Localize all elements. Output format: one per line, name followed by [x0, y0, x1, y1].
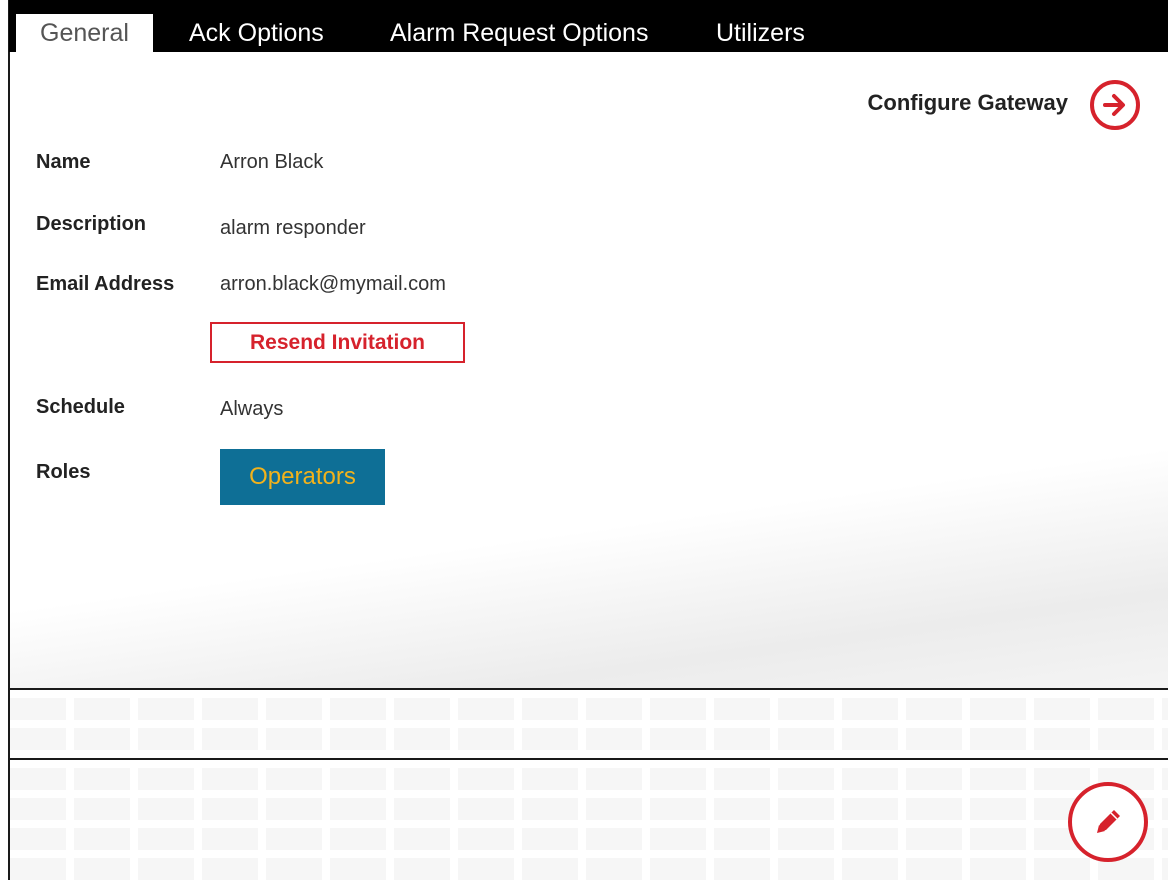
- tab-general[interactable]: General: [16, 14, 153, 52]
- email-label: Email Address: [36, 273, 175, 295]
- email-value: arron.black@mymail.com: [220, 273, 446, 295]
- tab-alarm-request-options[interactable]: Alarm Request Options: [390, 14, 648, 52]
- arrow-right-circle-icon: [1103, 94, 1125, 116]
- name-label: Name: [36, 151, 91, 173]
- configure-gateway-button[interactable]: [1090, 80, 1140, 130]
- name-value: Arron Black: [220, 151, 324, 173]
- tab-ack-options[interactable]: Ack Options: [189, 14, 324, 52]
- description-label: Description: [36, 213, 147, 235]
- edit-button[interactable]: [1068, 782, 1148, 862]
- pencil-icon: [1097, 810, 1120, 833]
- description-value: alarm responder: [220, 217, 366, 239]
- resend-invitation-button[interactable]: Resend Invitation: [210, 322, 465, 363]
- configure-gateway-label[interactable]: Configure Gateway: [868, 88, 1068, 118]
- app-window: General Ack Options Alarm Request Option…: [0, 0, 1168, 880]
- content-panel: [10, 52, 1168, 688]
- schedule-value: Always: [220, 398, 284, 420]
- tab-utilizers[interactable]: Utilizers: [716, 14, 805, 52]
- tab-bar: General Ack Options Alarm Request Option…: [9, 0, 1168, 52]
- footer-tile-strip: [10, 690, 1168, 758]
- footer-tile-area: [10, 760, 1168, 880]
- role-chip-operators[interactable]: Operators: [220, 449, 385, 505]
- roles-label: Roles: [36, 461, 91, 483]
- schedule-label: Schedule: [36, 396, 125, 418]
